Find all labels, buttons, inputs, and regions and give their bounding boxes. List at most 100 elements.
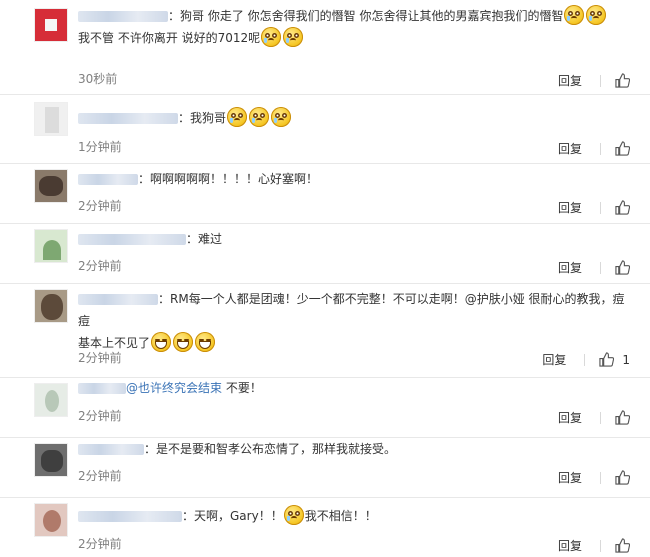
reply-button[interactable]: 回复 xyxy=(558,409,582,426)
like-button[interactable] xyxy=(615,73,630,88)
timestamp: 2分钟前 xyxy=(78,259,122,273)
comment-actions: 回复 xyxy=(558,537,630,554)
comment-text: ：我狗哥 xyxy=(178,111,227,125)
divider xyxy=(600,142,601,155)
divider xyxy=(584,353,586,366)
timestamp: 2分钟前 xyxy=(78,199,122,213)
comment-text: ：难过 xyxy=(186,232,223,246)
username[interactable] xyxy=(78,444,144,455)
comment-item: ：RM每一个人都是团魂！少一个都不完整！不可以走啊！@护肤小娅 很耐心的教我，痘… xyxy=(0,283,650,378)
comment-text: ：是不是要和智孝公布恋情了，那样我就接受。 xyxy=(144,442,397,456)
reply-button[interactable]: 回复 xyxy=(558,259,582,276)
sad-face-icon xyxy=(249,107,270,127)
avatar[interactable] xyxy=(34,289,68,323)
thumbs-up-icon xyxy=(615,538,630,553)
comment-text: 不要！ xyxy=(222,381,262,395)
comment-body: @也许终究会结束 不要！ xyxy=(78,377,630,399)
like-button[interactable] xyxy=(615,538,630,553)
reply-button[interactable]: 回复 xyxy=(542,351,566,368)
avatar[interactable] xyxy=(34,169,68,203)
username[interactable] xyxy=(78,234,186,245)
like-button[interactable] xyxy=(615,260,630,275)
comment-body: ：天啊，Gary！！ 我不相信！！ xyxy=(78,505,630,527)
comment-actions: 回复 1 xyxy=(542,351,630,368)
avatar[interactable] xyxy=(34,443,68,477)
like-count: 1 xyxy=(622,352,630,367)
reply-button[interactable]: 回复 xyxy=(558,140,582,157)
comment-body: ：是不是要和智孝公布恋情了，那样我就接受。 xyxy=(78,438,630,460)
thumbs-up-icon xyxy=(615,141,630,156)
comment-body: ：RM每一个人都是团魂！少一个都不完整！不可以走啊！@护肤小娅 很耐心的教我，痘… xyxy=(78,288,630,354)
like-button[interactable]: 1 xyxy=(599,352,630,367)
comment-body: ：难过 xyxy=(78,228,630,250)
divider xyxy=(600,411,601,424)
comment-actions: 回复 xyxy=(558,469,630,486)
sad-face-icon xyxy=(261,27,282,47)
reply-button[interactable]: 回复 xyxy=(558,537,582,554)
divider xyxy=(600,471,601,484)
comment-text: ：狗哥 你走了 你怎舍得我们的憯智 你怎舍得让其他的男嘉宾抱我们的憯智 xyxy=(168,9,564,23)
username[interactable] xyxy=(78,383,126,394)
like-button[interactable] xyxy=(615,410,630,425)
comment-text: ：啊啊啊啊啊！！！！心好塞啊！ xyxy=(138,172,319,186)
comment-item: @也许终究会结束 不要！ 2分钟前 回复 xyxy=(0,377,650,438)
timestamp: 2分钟前 xyxy=(78,351,122,365)
comment-text-continued: 我不管 不许你离开 说好的7012呢 xyxy=(78,31,261,45)
timestamp: 2分钟前 xyxy=(78,537,122,551)
avatar[interactable] xyxy=(34,8,68,42)
avatar[interactable] xyxy=(34,229,68,263)
comment-feed: ：狗哥 你走了 你怎舍得我们的憯智 你怎舍得让其他的男嘉宾抱我们的憯智 我不管 … xyxy=(0,0,650,557)
timestamp: 1分钟前 xyxy=(78,140,122,154)
like-button[interactable] xyxy=(615,470,630,485)
reply-button[interactable]: 回复 xyxy=(558,199,582,216)
sad-face-icon xyxy=(586,5,607,25)
thumbs-up-icon xyxy=(615,260,630,275)
comment-actions: 回复 xyxy=(558,140,630,157)
thumbs-up-icon xyxy=(615,410,630,425)
divider xyxy=(600,201,601,214)
username[interactable] xyxy=(78,294,158,305)
comment-actions: 回复 xyxy=(558,72,630,89)
divider xyxy=(600,74,601,87)
avatar[interactable] xyxy=(34,503,68,537)
avatar[interactable] xyxy=(34,102,68,136)
grin-face-icon xyxy=(151,332,172,352)
reply-button[interactable]: 回复 xyxy=(558,72,582,89)
comment-item: ：天啊，Gary！！ 我不相信！！ 2分钟前 回复 xyxy=(0,497,650,557)
sad-face-icon xyxy=(283,505,304,525)
comment-item: ：难过 2分钟前 回复 xyxy=(0,223,650,284)
comment-actions: 回复 xyxy=(558,259,630,276)
comment-text: ：天啊，Gary！！ xyxy=(182,509,283,523)
comment-text: ：RM每一个人都是团魂！少一个都不完整！不可以走啊！ xyxy=(158,292,465,306)
divider xyxy=(600,261,601,274)
sad-face-icon xyxy=(271,107,292,127)
comment-text[interactable]: @也许终究会结束 xyxy=(126,381,222,395)
mention-link[interactable]: @护肤小娅 xyxy=(465,292,525,306)
comment-actions: 回复 xyxy=(558,409,630,426)
username[interactable] xyxy=(78,511,182,522)
avatar[interactable] xyxy=(34,383,68,417)
comment-item: ：狗哥 你走了 你怎舍得我们的憯智 你怎舍得让其他的男嘉宾抱我们的憯智 我不管 … xyxy=(0,0,650,95)
sad-face-icon xyxy=(227,107,248,127)
thumbs-up-icon xyxy=(615,200,630,215)
comment-body: ：啊啊啊啊啊！！！！心好塞啊！ xyxy=(78,168,630,190)
username[interactable] xyxy=(78,113,178,124)
thumbs-up-icon xyxy=(615,73,630,88)
reply-button[interactable]: 回复 xyxy=(558,469,582,486)
divider xyxy=(600,539,601,552)
like-button[interactable] xyxy=(615,141,630,156)
username[interactable] xyxy=(78,11,168,22)
timestamp: 30秒前 xyxy=(78,72,118,86)
comment-text-continued: 我不相信！！ xyxy=(304,509,377,523)
thumbs-up-icon xyxy=(599,352,615,367)
timestamp: 2分钟前 xyxy=(78,409,122,423)
comment-actions: 回复 xyxy=(558,199,630,216)
comment-body: ：狗哥 你走了 你怎舍得我们的憯智 你怎舍得让其他的男嘉宾抱我们的憯智 我不管 … xyxy=(78,5,630,49)
sad-face-icon xyxy=(283,27,304,47)
like-button[interactable] xyxy=(615,200,630,215)
username[interactable] xyxy=(78,174,138,185)
comment-item: ：是不是要和智孝公布恋情了，那样我就接受。 2分钟前 回复 xyxy=(0,437,650,498)
comment-body: ：我狗哥 xyxy=(78,107,630,129)
grin-face-icon xyxy=(195,332,216,352)
thumbs-up-icon xyxy=(615,470,630,485)
